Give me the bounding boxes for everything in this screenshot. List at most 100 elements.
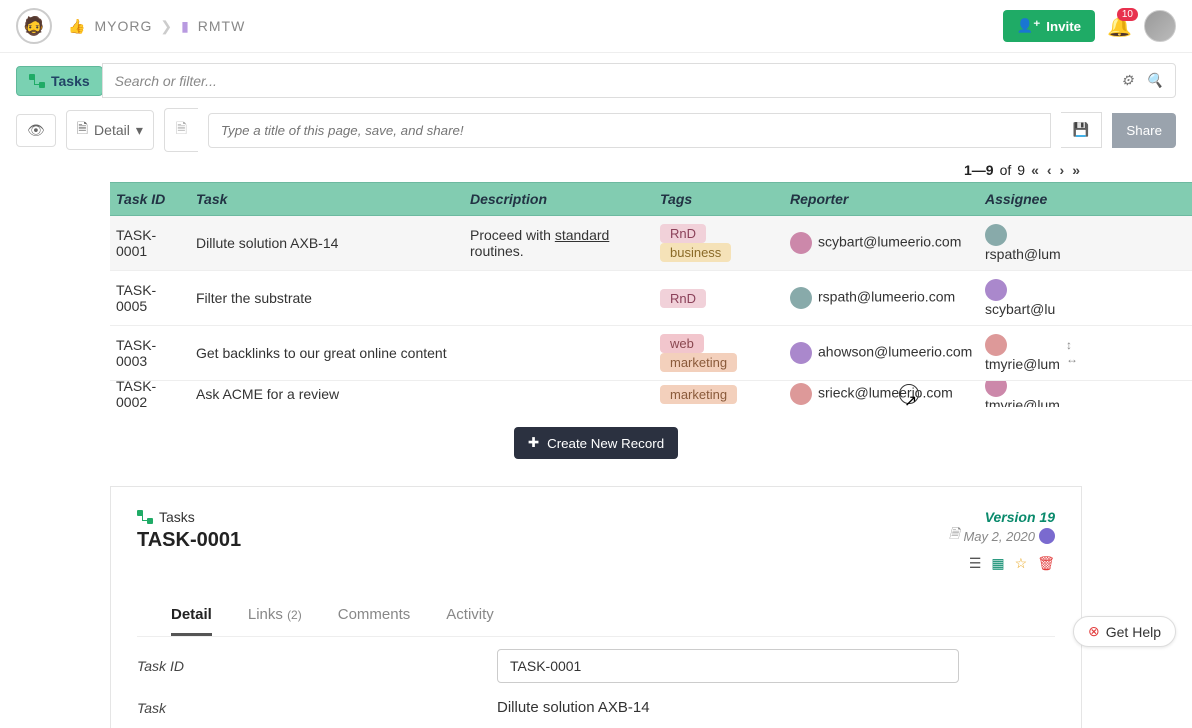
search-toolbar: Tasks Search or filter... ⚙ 🔍 [0, 63, 1192, 98]
eye-icon: 👁 [27, 122, 45, 139]
pager-total: 9 [1017, 162, 1025, 178]
user-plus-icon: 👤⁺ [1017, 18, 1041, 34]
caret-down-icon: ▾ [136, 122, 143, 139]
detail-dropdown[interactable]: 🗎 Detail ▾ [66, 110, 154, 150]
cell-tags: marketing [654, 381, 784, 407]
cursor-indicator [899, 384, 919, 404]
field-input-task-id[interactable] [497, 649, 959, 683]
invite-button[interactable]: 👤⁺ Invite [1003, 10, 1095, 42]
pager-next[interactable]: › [1060, 162, 1067, 178]
cell-tags: RnDbusiness [654, 216, 784, 270]
tag[interactable]: RnD [660, 289, 706, 308]
page-icon: 🗎 [176, 120, 187, 136]
trash-icon[interactable]: 🗑 [1037, 555, 1055, 572]
cell-task: Ask ACME for a review [190, 381, 464, 407]
view-toolbar: 👁 🗎 Detail ▾ 🗎 💾 Share [0, 108, 1192, 152]
user-avatar[interactable] [1144, 10, 1176, 42]
star-icon[interactable]: ☆ [1015, 555, 1028, 572]
pager: 1—9 of 9 « ‹ › » [0, 152, 1192, 182]
table-row[interactable]: TASK-0001 Dillute solution AXB-14 Procee… [110, 216, 1192, 271]
avatar-icon [790, 287, 812, 309]
tab-comments[interactable]: Comments [338, 598, 411, 636]
col-task-id[interactable]: Task ID [110, 183, 190, 215]
breadcrumb-org[interactable]: MYORG [94, 18, 152, 34]
cell-reporter: rspath@lumeerio.com [784, 279, 979, 317]
save-button[interactable]: 💾 [1061, 112, 1103, 148]
cell-task: Dillute solution AXB-14 [190, 227, 464, 259]
tab-links[interactable]: Links (2) [248, 598, 302, 636]
cell-id: TASK-0003 [110, 329, 190, 377]
field-label-task-id: Task ID [137, 658, 497, 674]
tag[interactable]: web [660, 334, 704, 353]
help-button[interactable]: ⊗ Get Help [1073, 616, 1176, 647]
table-row[interactable]: TASK-0002 Ask ACME for a review marketin… [110, 381, 1192, 407]
pager-of: of [1000, 162, 1012, 178]
tab-detail[interactable]: Detail [171, 598, 212, 636]
save-icon: 💾 [1073, 122, 1090, 137]
lifebuoy-icon: ⊗ [1088, 623, 1100, 640]
detail-panel: Tasks TASK-0001 Version 19 🗎 May 2, 2020… [110, 487, 1082, 728]
file-icon: 🗎 [949, 525, 959, 547]
settings-icon[interactable]: ⚙ [1121, 72, 1134, 89]
cell-assignee: tmyrie@lum [979, 381, 1079, 407]
avatar-icon [985, 381, 1007, 397]
grid-view-icon[interactable]: ▦ [991, 555, 1004, 572]
pager-range: 1—9 [964, 162, 994, 178]
avatar-icon [985, 279, 1007, 301]
search-input[interactable]: Search or filter... ⚙ 🔍 [102, 63, 1176, 98]
field-task: Task Dillute solution AXB-14 [137, 695, 1055, 728]
tasks-table: Task ID Task Description Tags Reporter A… [110, 182, 1192, 407]
share-button[interactable]: Share [1112, 113, 1176, 148]
pager-prev[interactable]: ‹ [1047, 162, 1054, 178]
chevron-right-icon: ❯ [160, 18, 173, 35]
tag[interactable]: marketing [660, 353, 737, 372]
page-title-input[interactable] [208, 113, 1051, 148]
page-icon-box[interactable]: 🗎 [164, 108, 198, 152]
tab-activity[interactable]: Activity [446, 598, 494, 636]
field-task-id: Task ID [137, 637, 1055, 695]
col-assignee[interactable]: Assignee [979, 183, 1079, 215]
cell-task: Filter the substrate [190, 282, 464, 314]
tag[interactable]: RnD [660, 224, 706, 243]
detail-tabs: Detail Links (2) Comments Activity [137, 598, 1055, 637]
detail-task-id: TASK-0001 [137, 529, 241, 552]
list-view-icon[interactable]: ☰ [969, 555, 982, 572]
version-label[interactable]: Version 19 [949, 509, 1055, 525]
thumbs-up-icon: 👍 [68, 18, 86, 35]
visibility-button[interactable]: 👁 [16, 114, 56, 147]
author-avatar[interactable] [1039, 528, 1055, 544]
field-label-task: Task [137, 700, 497, 716]
cell-reporter: srieck@lumeerio.com [784, 381, 979, 407]
detail-tasks-label: Tasks [137, 509, 241, 525]
breadcrumb-project[interactable]: RMTW [198, 18, 246, 34]
table-row[interactable]: TASK-0003 Get backlinks to our great onl… [110, 326, 1192, 381]
notification-badge: 10 [1117, 8, 1138, 21]
logo-face-icon: 🧔 [23, 16, 45, 37]
col-reporter[interactable]: Reporter [784, 183, 979, 215]
table-row[interactable]: TASK-0005 Filter the substrate RnD rspat… [110, 271, 1192, 326]
tag[interactable]: business [660, 243, 731, 262]
cell-assignee: rspath@lum [979, 216, 1079, 270]
col-task[interactable]: Task [190, 183, 464, 215]
field-value-task[interactable]: Dillute solution AXB-14 [497, 699, 650, 716]
pager-first[interactable]: « [1031, 162, 1041, 178]
cell-assignee: scybart@lu [979, 271, 1079, 325]
app-logo[interactable]: 🧔 [16, 8, 52, 44]
col-tags[interactable]: Tags [654, 183, 784, 215]
breadcrumb: 👍 MYORG ❯ ▮ RMTW [68, 18, 245, 35]
resize-handle[interactable]: ↕↔ [1066, 338, 1078, 366]
tasks-chip[interactable]: Tasks [16, 66, 103, 96]
create-record-button[interactable]: ✚ Create New Record [514, 427, 678, 459]
avatar-icon [790, 342, 812, 364]
table-header: Task ID Task Description Tags Reporter A… [110, 183, 1192, 216]
tag[interactable]: marketing [660, 385, 737, 404]
notifications-button[interactable]: 🔔 10 [1107, 14, 1132, 39]
plus-icon: ✚ [528, 435, 539, 451]
search-icon[interactable]: 🔍 [1146, 72, 1163, 89]
cell-id: TASK-0002 [110, 381, 190, 407]
col-description[interactable]: Description [464, 183, 654, 215]
cell-tags: RnD [654, 281, 784, 316]
pager-last[interactable]: » [1072, 162, 1082, 178]
date-label: 🗎 May 2, 2020 [949, 525, 1055, 547]
cell-id: TASK-0001 [110, 219, 190, 267]
